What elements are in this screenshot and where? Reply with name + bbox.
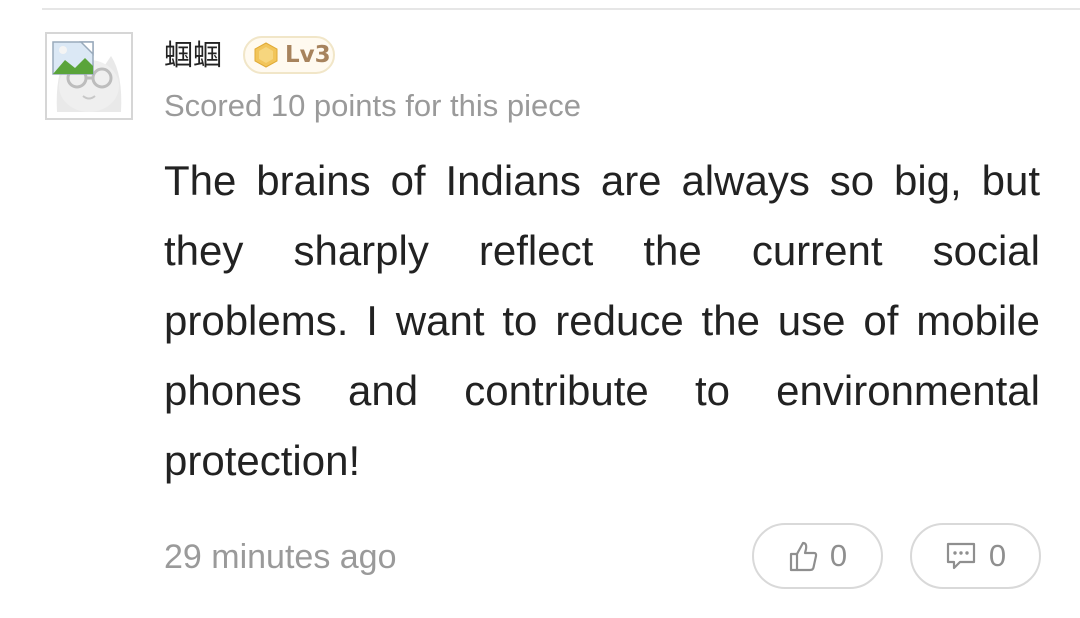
comment-timestamp: 29 minutes ago bbox=[164, 538, 397, 576]
top-divider bbox=[42, 8, 1080, 10]
avatar-image bbox=[52, 41, 122, 112]
level-badge: Lv3 bbox=[243, 36, 335, 74]
like-button[interactable]: 0 bbox=[752, 523, 883, 589]
comment-text: The brains of Indians are always so big,… bbox=[164, 157, 1040, 484]
score-note: Scored 10 points for this piece bbox=[164, 88, 582, 123]
reply-count: 0 bbox=[988, 538, 1007, 573]
speech-bubble-icon bbox=[946, 542, 975, 570]
username[interactable]: 蝈蝈 bbox=[164, 36, 222, 74]
reply-button[interactable]: 0 bbox=[910, 523, 1041, 589]
user-avatar[interactable] bbox=[45, 32, 133, 120]
like-count: 0 bbox=[829, 538, 848, 573]
gold-hexagon-icon bbox=[254, 42, 278, 68]
thumbs-up-icon bbox=[789, 541, 818, 572]
level-label: Lv3 bbox=[285, 42, 331, 68]
